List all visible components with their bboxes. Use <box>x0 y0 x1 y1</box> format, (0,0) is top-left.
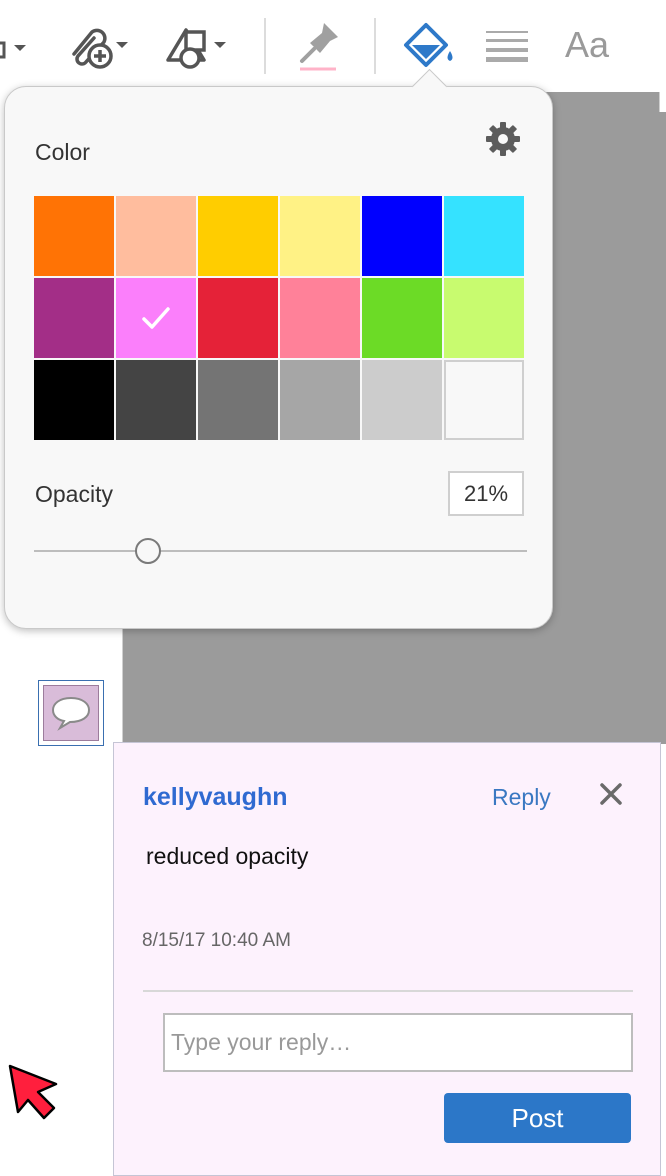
color-swatch[interactable] <box>198 278 278 358</box>
line-weight-tool-button[interactable] <box>482 14 534 76</box>
toolbar: Aa <box>0 0 666 93</box>
color-swatch[interactable] <box>198 360 278 440</box>
color-swatch[interactable] <box>362 278 442 358</box>
post-button[interactable]: Post <box>444 1093 631 1143</box>
scrollbar[interactable] <box>659 92 666 112</box>
opacity-value-field[interactable]: 21% <box>448 471 524 516</box>
color-swatch[interactable] <box>116 278 196 358</box>
attach-file-icon <box>72 28 128 69</box>
comment-popup: kellyvaughn Reply reduced opacity 8/15/1… <box>113 742 661 1176</box>
color-swatch[interactable] <box>444 196 524 276</box>
speech-bubble-icon <box>51 696 91 731</box>
opacity-slider-track[interactable] <box>34 550 527 552</box>
color-swatch-grid <box>34 196 526 442</box>
pin-tool-button[interactable] <box>290 14 350 76</box>
color-swatch[interactable] <box>280 360 360 440</box>
color-heading: Color <box>35 139 90 165</box>
pin-icon <box>300 23 338 71</box>
reply-link[interactable]: Reply <box>492 784 551 811</box>
toolbar-separator <box>264 18 266 74</box>
stamp-tool-button[interactable] <box>0 14 36 76</box>
shapes-icon <box>166 28 226 69</box>
mouse-pointer-icon <box>8 1064 58 1120</box>
shapes-tool-button[interactable] <box>160 14 232 76</box>
color-swatch[interactable] <box>116 360 196 440</box>
checkmark-icon <box>142 307 170 329</box>
color-swatch[interactable] <box>280 278 360 358</box>
color-swatch[interactable] <box>362 360 442 440</box>
close-icon[interactable] <box>598 781 624 807</box>
color-swatch[interactable] <box>34 196 114 276</box>
color-swatch[interactable] <box>362 196 442 276</box>
reply-input[interactable] <box>163 1013 633 1072</box>
text-properties-icon: Aa <box>564 24 610 65</box>
color-swatch[interactable] <box>444 278 524 358</box>
text-properties-tool-button[interactable]: Aa <box>556 14 618 76</box>
comment-author: kellyvaughn <box>143 783 288 811</box>
color-swatch[interactable] <box>34 360 114 440</box>
color-swatch[interactable] <box>280 196 360 276</box>
color-popover: Color Opacity 21% <box>4 68 553 629</box>
divider <box>143 990 633 992</box>
line-weight-icon <box>486 31 528 62</box>
opacity-heading: Opacity <box>35 481 113 507</box>
comment-text: reduced opacity <box>146 843 309 869</box>
color-swatch[interactable] <box>444 360 524 440</box>
color-swatch[interactable] <box>116 196 196 276</box>
sticky-note-annotation[interactable] <box>38 680 104 746</box>
color-swatch[interactable] <box>198 196 278 276</box>
color-swatch[interactable] <box>34 278 114 358</box>
toolbar-separator <box>374 18 376 74</box>
attach-tool-button[interactable] <box>64 14 134 76</box>
comment-timestamp: 8/15/17 10:40 AM <box>142 930 291 951</box>
fill-color-tool-button[interactable] <box>400 14 460 76</box>
fill-color-icon <box>404 23 453 67</box>
opacity-slider-thumb[interactable] <box>135 538 162 564</box>
stamp-icon <box>0 41 26 59</box>
gear-icon[interactable] <box>485 121 521 157</box>
